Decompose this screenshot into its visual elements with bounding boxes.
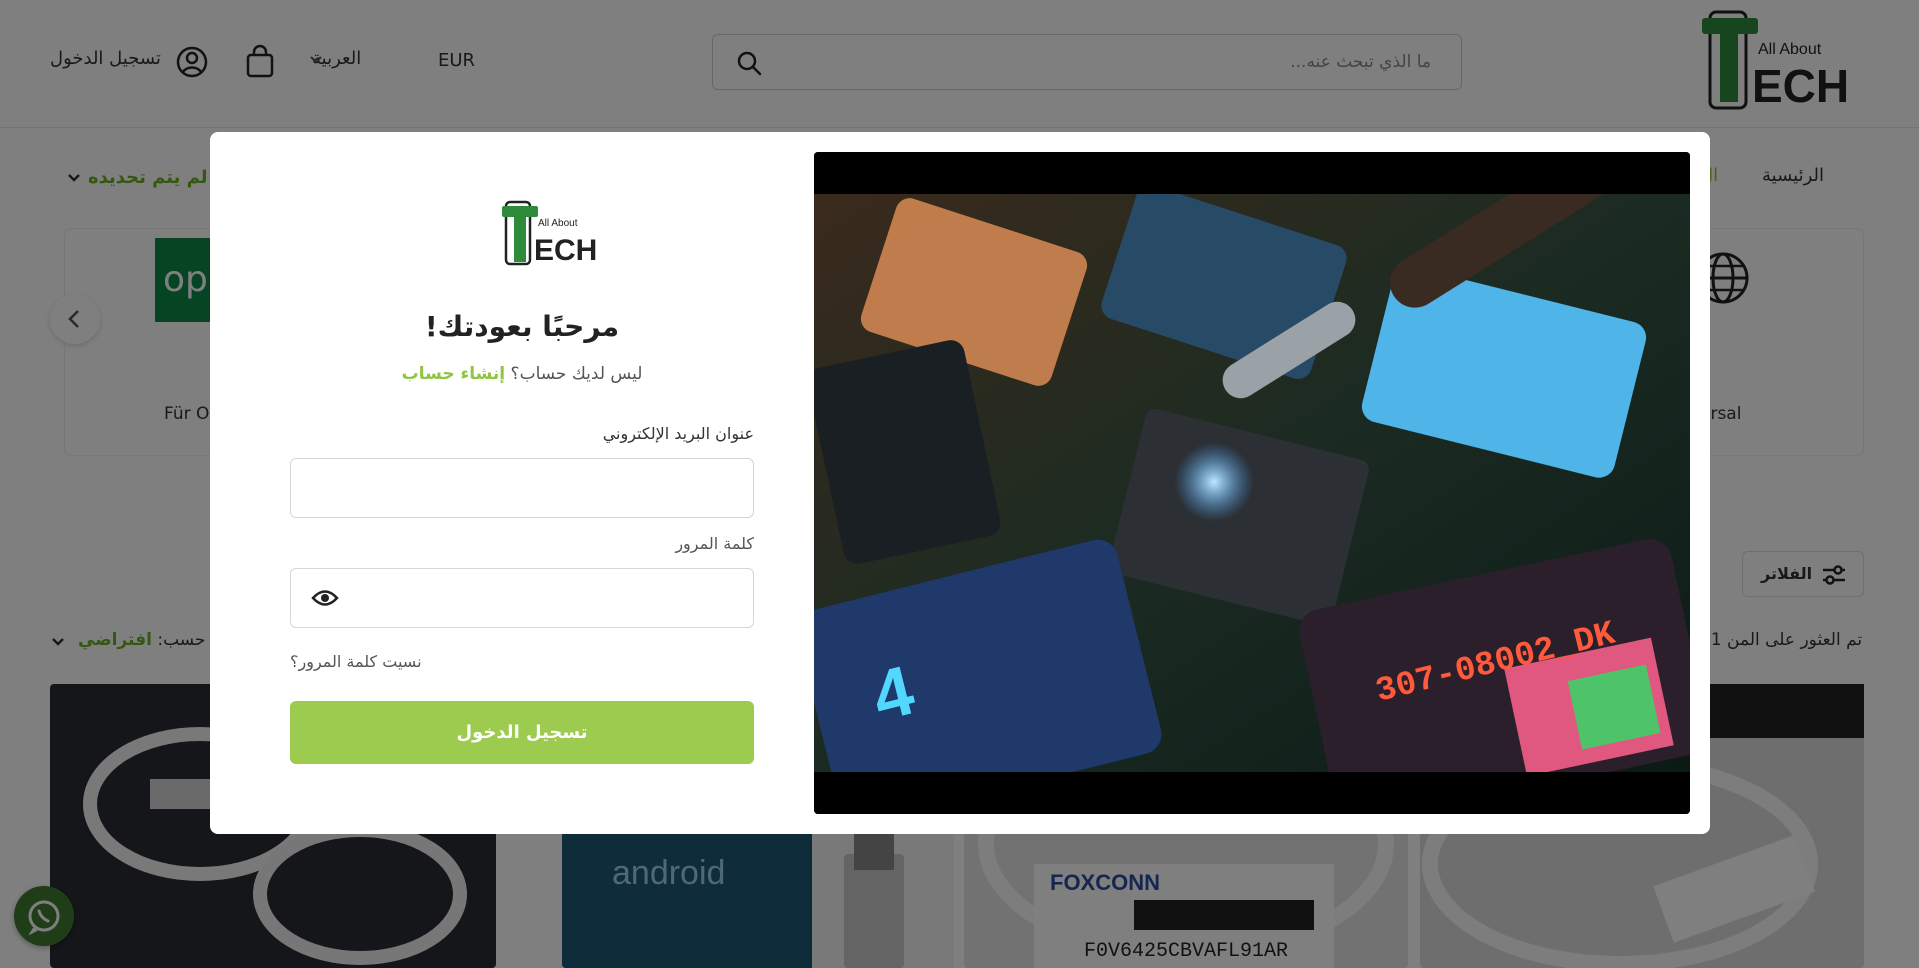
modal-hero-image: 4 307-08002_DK	[814, 152, 1690, 814]
svg-text:ECH: ECH	[534, 234, 597, 266]
signup-prompt-text: ليس لديك حساب؟	[510, 364, 643, 384]
forgot-password-link[interactable]: نسيت كلمة المرور؟	[290, 652, 422, 671]
svg-text:All About: All About	[538, 218, 578, 229]
email-field[interactable]	[290, 458, 754, 518]
login-submit-button[interactable]: تسجيل الدخول	[290, 701, 754, 764]
circuit-board-photo: 4 307-08002_DK	[814, 152, 1690, 814]
eye-icon[interactable]	[311, 587, 339, 609]
create-account-link[interactable]: إنشاء حساب	[402, 364, 506, 384]
modal-title: مرحبًا بعودتك!	[424, 310, 620, 343]
signup-prompt: ليس لديك حساب؟ إنشاء حساب	[290, 364, 754, 384]
password-field[interactable]	[290, 568, 754, 628]
modal-logo: All About ECH	[502, 200, 597, 266]
page: All About ECH ما الذي تبحث عنه... EUR ال…	[0, 0, 1919, 968]
password-label: كلمة المرور	[675, 534, 754, 553]
email-label: عنوان البريد الإلكتروني	[602, 424, 754, 443]
